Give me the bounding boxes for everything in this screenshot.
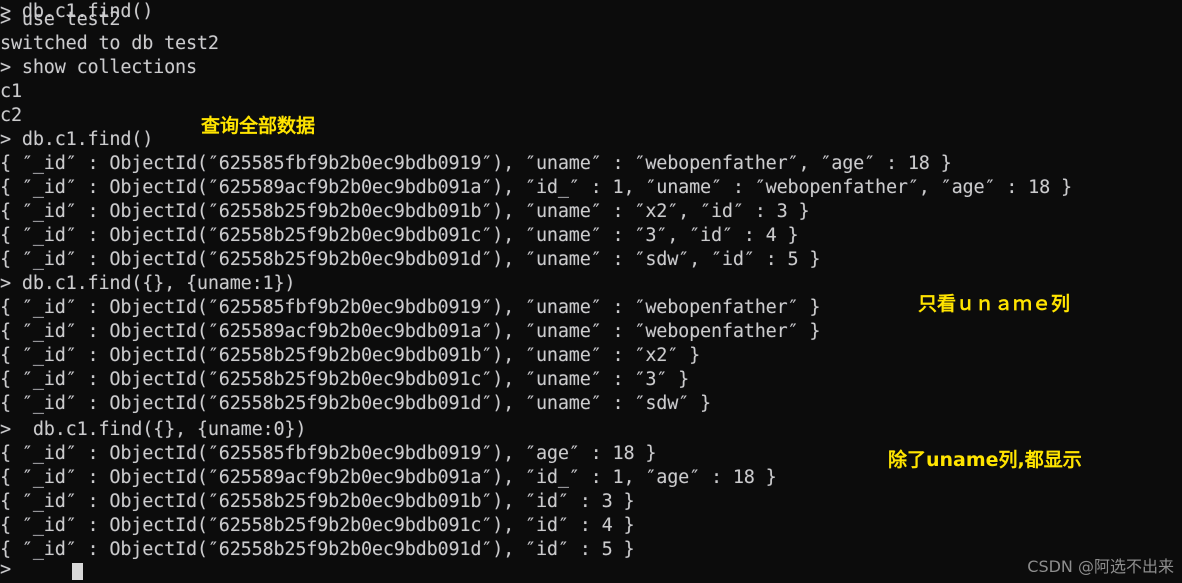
terminal-line: { ″_id″ : ObjectId(″62558b25f9b2b0ec9bdb… xyxy=(0,491,635,512)
terminal-line: { ″_id″ : ObjectId(″625589acf9b2b0ec9bdb… xyxy=(0,177,1072,198)
terminal-line: { ″_id″ : ObjectId(″62558b25f9b2b0ec9bdb… xyxy=(0,515,635,536)
terminal-window[interactable]: > use test2 switched to db test2 > show … xyxy=(0,0,1182,583)
terminal-line: { ″_id″ : ObjectId(″625585fbf9b2b0ec9bdb… xyxy=(0,443,657,464)
terminal-line: switched to db test2 xyxy=(0,33,219,54)
terminal-line: { ″_id″ : ObjectId(″62558b25f9b2b0ec9bdb… xyxy=(0,393,711,414)
terminal-line: { ″_id″ : ObjectId(″62558b25f9b2b0ec9bdb… xyxy=(0,369,690,390)
csdn-watermark: CSDN @阿选不出来 xyxy=(1027,557,1174,576)
terminal-line: { ″_id″ : ObjectId(″62558b25f9b2b0ec9bdb… xyxy=(0,345,701,366)
terminal-line: > db.c1.find({}, {uname:1}) xyxy=(0,273,296,294)
terminal-line: > db.c1.find({}, {uname:0}) xyxy=(0,419,307,440)
annotation-query-all: 查询全部数据 xyxy=(201,115,316,137)
terminal-line: { ″_id″ : ObjectId(″62558b25f9b2b0ec9bdb… xyxy=(0,225,799,246)
terminal-line: c1 xyxy=(0,81,22,102)
annotation-only-uname: 只看ｕｎａｍｅ列 xyxy=(918,293,1071,315)
terminal-line: > show collections xyxy=(0,57,197,78)
terminal-line: { ″_id″ : ObjectId(″625589acf9b2b0ec9bdb… xyxy=(0,467,777,488)
terminal-line: > db.c1.find() xyxy=(0,129,154,150)
annotation-except-uname: 除了uname列,都显示 xyxy=(888,449,1082,471)
terminal-line: c2 xyxy=(0,105,22,126)
terminal-line: { ″_id″ : ObjectId(″625589acf9b2b0ec9bdb… xyxy=(0,321,821,342)
terminal-line: { ″_id″ : ObjectId(″625585fbf9b2b0ec9bdb… xyxy=(0,153,952,174)
terminal-prompt-line: > xyxy=(0,559,11,580)
terminal-line: { ″_id″ : ObjectId(″625585fbf9b2b0ec9bdb… xyxy=(0,297,821,318)
terminal-line: { ″_id″ : ObjectId(″62558b25f9b2b0ec9bdb… xyxy=(0,201,810,222)
terminal-line: { ″_id″ : ObjectId(″62558b25f9b2b0ec9bdb… xyxy=(0,539,635,560)
text-cursor xyxy=(72,563,83,580)
terminal-line: { ″_id″ : ObjectId(″62558b25f9b2b0ec9bdb… xyxy=(0,249,821,270)
terminal-line: > db.c1.find() xyxy=(0,1,154,22)
